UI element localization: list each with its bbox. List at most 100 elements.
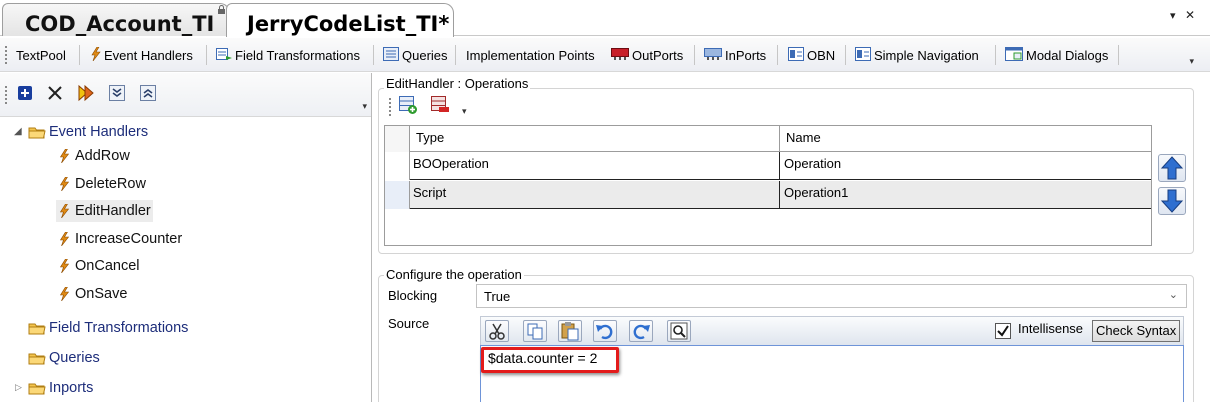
- document-tab-bar: COD_Account_TI JerryCodeList_TI* ▾ ✕: [0, 0, 1210, 37]
- add-operation-icon[interactable]: [398, 95, 418, 118]
- tree-item-onsave[interactable]: OnSave: [58, 283, 127, 305]
- tree-item-deleterow[interactable]: DeleteRow: [58, 173, 146, 195]
- annotation-highlight: [481, 347, 619, 373]
- check-syntax-button[interactable]: Check Syntax: [1092, 320, 1181, 342]
- field-transformations-icon: [216, 46, 232, 67]
- cell-name[interactable]: Operation: [781, 152, 844, 180]
- implementation-points-button[interactable]: Implementation Points: [462, 44, 599, 67]
- lightning-icon: [59, 286, 70, 302]
- event-handlers-button[interactable]: Event Handlers: [86, 44, 197, 67]
- collapse-arrow-icon[interactable]: ◢: [14, 126, 22, 137]
- operations-group-title: EditHandler : Operations: [384, 76, 531, 91]
- simple-navigation-button[interactable]: Simple Navigation: [851, 44, 983, 67]
- textpool-button[interactable]: TextPool: [12, 44, 70, 67]
- cell-name[interactable]: Operation1: [781, 181, 851, 209]
- editor-toolbar: Intellisense Check Syntax: [480, 316, 1184, 345]
- modal-dialogs-label: Modal Dialogs: [1026, 48, 1109, 63]
- modal-dialogs-icon: [1005, 46, 1023, 67]
- table-row[interactable]: Script Operation1: [385, 181, 1151, 209]
- tab-label: JerryCodeList_TI*: [247, 12, 450, 36]
- lightning-icon: [59, 148, 70, 164]
- column-header-type[interactable]: Type: [413, 126, 447, 154]
- field-transformations-label: Field Transformations: [235, 48, 360, 63]
- column-header-name[interactable]: Name: [783, 126, 824, 154]
- expand-all-icon[interactable]: [106, 82, 128, 104]
- field-transformations-button[interactable]: Field Transformations: [212, 44, 364, 67]
- checkmark-icon: [997, 325, 1009, 337]
- toolbar-grip[interactable]: [5, 46, 7, 64]
- outports-icon: [611, 46, 629, 67]
- triangle-down-icon[interactable]: ▾: [1170, 9, 1176, 22]
- inports-button[interactable]: InPorts: [700, 44, 770, 67]
- tree-folder-queries[interactable]: Queries: [28, 347, 100, 369]
- tab-label: COD_Account_TI: [25, 12, 215, 36]
- designer-toolbar: TextPool Event Handlers Field Transforma…: [0, 38, 1210, 72]
- folder-icon: [28, 127, 46, 139]
- tree-item-label: OnSave: [75, 286, 128, 303]
- operations-table: Type Name BOOperation Operation Script O…: [384, 125, 1152, 246]
- table-header: Type Name: [385, 126, 1151, 152]
- toolbar-overflow-icon[interactable]: ▾: [462, 106, 467, 117]
- lightning-icon: [59, 258, 70, 274]
- arrow-down-icon: [1160, 189, 1184, 213]
- configure-group-title: Configure the operation: [384, 267, 524, 282]
- undo-icon[interactable]: [593, 320, 617, 342]
- tree-item-edithandler[interactable]: EditHandler: [56, 200, 153, 222]
- intellisense-checkbox[interactable]: [995, 323, 1011, 339]
- tree-folder-field-transformations[interactable]: Field Transformations: [28, 317, 188, 339]
- paste-icon[interactable]: [558, 320, 582, 342]
- obn-button[interactable]: OBN: [784, 44, 839, 67]
- blocking-label: Blocking: [388, 288, 438, 303]
- delete-icon[interactable]: [44, 82, 66, 104]
- source-label: Source: [388, 316, 430, 331]
- folder-label: Queries: [49, 350, 100, 367]
- tree-folder-inports[interactable]: Inports: [28, 377, 93, 399]
- redo-icon[interactable]: [629, 320, 653, 342]
- toolbar-overflow-icon[interactable]: ▾: [362, 101, 367, 112]
- tree-toolbar: ▾: [0, 73, 371, 117]
- cell-type[interactable]: Script: [410, 181, 449, 209]
- event-handlers-label: Event Handlers: [104, 48, 193, 63]
- expand-arrow-icon[interactable]: ▷: [15, 382, 22, 393]
- lightning-icon: [59, 203, 70, 219]
- implementation-points-label: Implementation Points: [466, 48, 595, 63]
- copy-icon[interactable]: [523, 320, 547, 342]
- tree-item-addrow[interactable]: AddRow: [58, 145, 130, 167]
- tab-jerrycodelist-ti[interactable]: JerryCodeList_TI*: [226, 3, 454, 37]
- outports-button[interactable]: OutPorts: [607, 44, 687, 67]
- row-header: [385, 181, 410, 209]
- blocking-value: True: [484, 289, 511, 304]
- queries-label: Queries: [402, 48, 448, 63]
- toolbar-grip[interactable]: [389, 98, 391, 116]
- blocking-select[interactable]: True ⌄: [476, 284, 1187, 308]
- table-row[interactable]: BOOperation Operation: [385, 152, 1151, 180]
- tree-item-label: AddRow: [75, 148, 130, 165]
- tab-cod-account-ti[interactable]: COD_Account_TI: [2, 3, 230, 36]
- modal-dialogs-button[interactable]: Modal Dialogs: [1001, 44, 1112, 67]
- inports-icon: [704, 46, 722, 67]
- close-icon[interactable]: ✕: [1185, 8, 1195, 22]
- folder-label: Inports: [49, 380, 94, 397]
- folder-icon: [28, 383, 46, 395]
- move-down-button[interactable]: [1158, 187, 1186, 215]
- chevron-down-icon: ⌄: [1168, 289, 1178, 301]
- delete-operation-icon[interactable]: [430, 95, 450, 118]
- tree-folder-event-handlers[interactable]: Event Handlers: [28, 121, 148, 143]
- cut-icon[interactable]: [485, 320, 509, 342]
- lightning-icon: [59, 231, 70, 247]
- add-icon[interactable]: [14, 82, 36, 104]
- tree-item-label: IncreaseCounter: [75, 231, 183, 248]
- zoom-icon[interactable]: [667, 320, 691, 342]
- folder-label: Field Transformations: [49, 320, 189, 337]
- tree-item-oncancel[interactable]: OnCancel: [58, 255, 139, 277]
- lightning-icon: [90, 46, 101, 67]
- queries-button[interactable]: Queries: [379, 44, 452, 67]
- obn-icon: [788, 46, 804, 67]
- cell-type[interactable]: BOOperation: [410, 152, 492, 180]
- move-up-button[interactable]: [1158, 154, 1186, 182]
- toolbar-overflow-icon[interactable]: ▾: [1189, 56, 1194, 67]
- collapse-all-icon[interactable]: [137, 82, 159, 104]
- run-icon[interactable]: [75, 82, 97, 104]
- tree-item-increasecounter[interactable]: IncreaseCounter: [58, 228, 182, 250]
- toolbar-grip[interactable]: [5, 86, 7, 104]
